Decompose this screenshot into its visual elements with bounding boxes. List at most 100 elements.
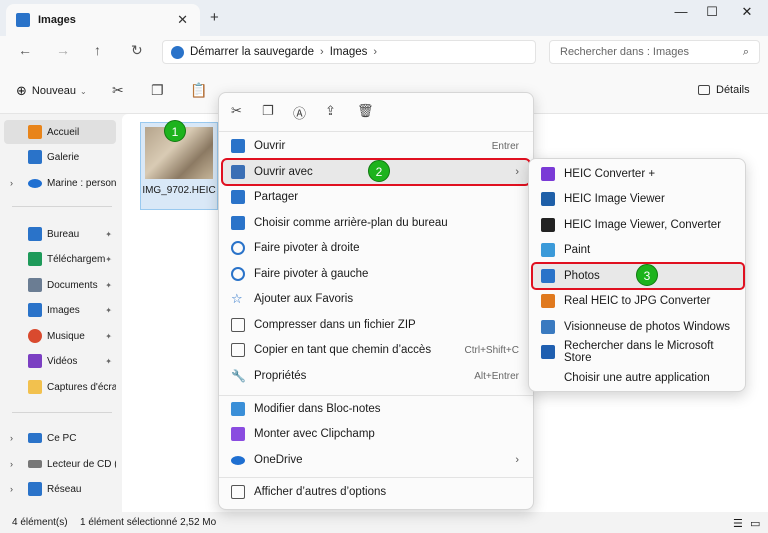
chevron-right-icon[interactable]: › (10, 459, 13, 469)
chevron-right-icon[interactable]: › (10, 484, 13, 494)
menu-item-favoris[interactable]: ☆ Ajouter aux Favoris (223, 287, 529, 311)
menu-item-pivoter-droite[interactable]: Faire pivoter à droite (223, 236, 529, 260)
backup-link[interactable]: Démarrer la sauvegarde (190, 46, 314, 58)
menu-item-label: Afficher d’autres d’options (254, 486, 387, 498)
refresh-button[interactable]: ↻ (131, 42, 143, 59)
sidebar-item-bureau[interactable]: Bureau ✦ (4, 222, 116, 246)
maximize-button[interactable]: ☐ (697, 4, 727, 24)
menu-item-label: Faire pivoter à droite (254, 242, 360, 254)
sidebar-item-label: Galerie (47, 151, 80, 163)
back-button[interactable]: ← (18, 42, 32, 58)
chevron-right-icon: › (515, 454, 519, 466)
sidebar-item-ce-pc[interactable]: › Ce PC (4, 426, 116, 450)
menu-item-bloc-notes[interactable]: Modifier dans Bloc-notes (223, 397, 529, 421)
sidebar-item-cd-drive[interactable]: › Lecteur de CD (I (4, 452, 116, 476)
app-heic-viewer-converter[interactable]: HEIC Image Viewer, Converter (533, 213, 743, 237)
app-choose-other[interactable]: Choisir une autre application (533, 366, 743, 390)
onedrive-icon (28, 178, 42, 188)
forward-button[interactable]: → (56, 42, 70, 58)
sidebar-item-reseau[interactable]: › Réseau (4, 477, 116, 501)
new-button[interactable]: ⊕ Nouveau ⌄ (16, 83, 87, 99)
menu-item-onedrive[interactable]: OneDrive › (223, 448, 529, 472)
copy-icon[interactable]: ❐ (262, 103, 274, 119)
search-input[interactable]: Rechercher dans : Images ⌕ (549, 40, 760, 64)
tab-images[interactable]: Images ✕ (6, 4, 200, 36)
menu-item-zip[interactable]: Compresser dans un fichier ZIP (223, 313, 529, 337)
sidebar-item-documents[interactable]: Documents ✦ (4, 273, 116, 297)
app-photo-viewer[interactable]: Visionneuse de photos Windows (533, 315, 743, 339)
sidebar-item-images[interactable]: Images ✦ (4, 298, 116, 322)
share-icon[interactable]: ⇪ (325, 103, 336, 119)
sidebar-item-captures[interactable]: Captures d'écra (4, 375, 116, 399)
sidebar-item-videos[interactable]: Vidéos ✦ (4, 349, 116, 373)
chevron-down-icon: ⌄ (79, 86, 87, 96)
menu-item-shortcut: Entrer (491, 140, 519, 152)
app-real-heic-to-jpg[interactable]: Real HEIC to JPG Converter (533, 289, 743, 313)
star-icon: ☆ (231, 291, 243, 306)
menu-item-label: Ouvrir avec (254, 166, 313, 178)
menu-item-proprietes[interactable]: 🔧 Propriétés Alt+Entrer (223, 364, 529, 388)
menu-item-partager[interactable]: Partager (223, 185, 529, 209)
chevron-right-icon[interactable]: › (10, 433, 13, 443)
item-count: 4 élément(s) (12, 517, 68, 528)
new-tab-button[interactable]: + (210, 9, 219, 26)
breadcrumb[interactable]: Démarrer la sauvegarde › Images › (162, 40, 536, 64)
heic-converter-icon (541, 167, 555, 181)
clipchamp-icon (231, 427, 245, 441)
app-paint[interactable]: Paint (533, 238, 743, 262)
menu-item-copier-chemin[interactable]: Copier en tant que chemin d’accès Ctrl+S… (223, 338, 529, 362)
videos-icon (28, 354, 42, 368)
menu-item-label: OneDrive (254, 454, 303, 466)
app-heic-image-viewer[interactable]: HEIC Image Viewer (533, 187, 743, 211)
app-label: HEIC Image Viewer (564, 193, 665, 205)
sidebar-item-onedrive[interactable]: › Marine : personi (4, 171, 116, 195)
rename-icon[interactable]: Ⓐ (293, 103, 306, 122)
list-view-icon[interactable]: ☰ (733, 517, 743, 530)
app-label: HEIC Converter + (564, 168, 656, 180)
close-window-button[interactable]: ✕ (732, 4, 762, 24)
wallpaper-icon (231, 216, 245, 230)
sidebar-item-musique[interactable]: Musique ✦ (4, 324, 116, 348)
minimize-button[interactable]: — (666, 4, 696, 24)
tiles-view-icon[interactable]: ▭ (750, 517, 760, 530)
cut-icon[interactable]: ✂ (231, 103, 242, 119)
desktop-icon (28, 227, 42, 241)
sidebar-item-label: Musique (47, 330, 85, 342)
photos-icon (231, 139, 245, 153)
cd-drive-icon (28, 460, 42, 468)
menu-item-label: Monter avec Clipchamp (254, 428, 375, 440)
menu-item-pivoter-gauche[interactable]: Faire pivoter à gauche (223, 262, 529, 286)
up-button[interactable]: ↑ (94, 42, 101, 58)
more-options-icon (231, 485, 245, 499)
menu-item-autres-options[interactable]: Afficher d’autres d’options (223, 480, 529, 504)
sidebar-item-accueil[interactable]: Accueil (4, 120, 116, 144)
app-heic-converter-plus[interactable]: HEIC Converter + (533, 162, 743, 186)
close-tab-icon[interactable]: ✕ (177, 12, 188, 28)
sidebar-item-telechargements[interactable]: Téléchargem ✦ (4, 247, 116, 271)
rotate-left-icon (231, 267, 245, 281)
menu-item-ouvrir[interactable]: Ouvrir Entrer (223, 134, 529, 158)
context-menu: ✂ ❐ Ⓐ ⇪ 🗑 Ouvrir Entrer Ouvrir avec › Pa… (218, 92, 534, 510)
details-button[interactable]: Détails (698, 84, 750, 96)
copy-icon[interactable]: ❐ (151, 82, 164, 99)
divider (219, 477, 533, 478)
cloud-backup-icon (171, 45, 184, 59)
app-label: Photos (564, 270, 600, 282)
sidebar-item-label: Téléchargem (47, 253, 106, 265)
menu-item-arriere-plan[interactable]: Choisir comme arrière-plan du bureau (223, 211, 529, 235)
sidebar-item-galerie[interactable]: Galerie (4, 145, 116, 169)
cut-icon[interactable]: ✂ (112, 82, 124, 99)
status-bar: 4 élément(s) 1 élément sélectionné 2,52 … (0, 512, 768, 533)
chevron-right-icon[interactable]: › (10, 178, 13, 188)
network-icon (28, 482, 42, 496)
step-badge-1: 1 (164, 120, 186, 142)
paste-icon[interactable]: 📋 (190, 82, 207, 99)
menu-item-clipchamp[interactable]: Monter avec Clipchamp (223, 422, 529, 446)
app-label: Rechercher dans le Microsoft Store (564, 340, 714, 364)
app-microsoft-store[interactable]: Rechercher dans le Microsoft Store (533, 340, 743, 364)
menu-item-label: Compresser dans un fichier ZIP (254, 319, 416, 331)
app-label: Real HEIC to JPG Converter (564, 295, 711, 307)
sidebar-item-label: Accueil (47, 126, 80, 138)
delete-icon[interactable]: 🗑 (357, 103, 374, 119)
breadcrumb-images[interactable]: Images (330, 46, 368, 58)
